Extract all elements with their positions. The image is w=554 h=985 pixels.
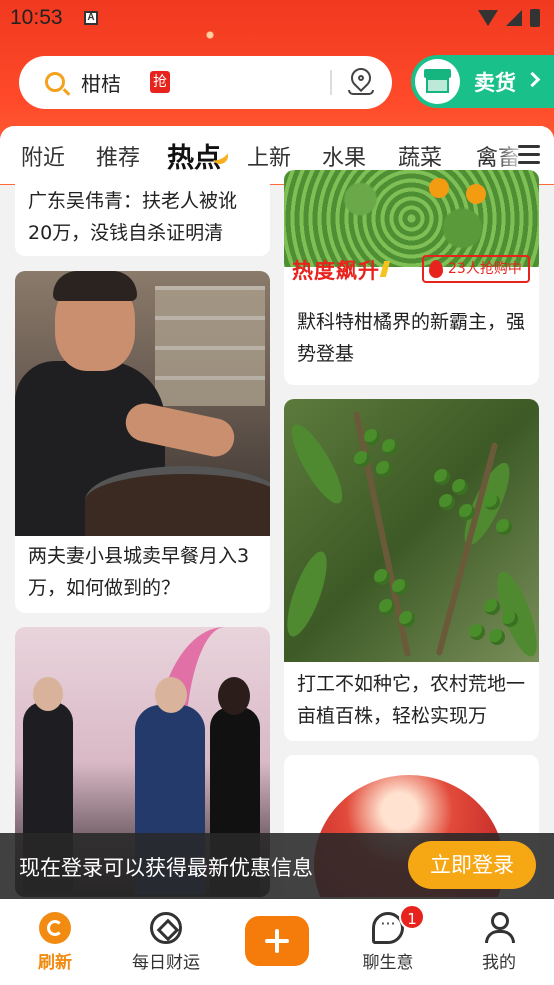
nav-daily-fortune[interactable]: 每日财运 <box>111 899 221 985</box>
hot-row: 热度飙升 23人抢购中 <box>292 255 532 285</box>
login-banner-text: 现在登录可以获得最新优惠信息 <box>19 856 313 880</box>
login-button[interactable]: 立即登录 <box>408 841 536 889</box>
nav-refresh[interactable]: 刷新 <box>0 899 110 985</box>
tab-nearby[interactable]: 附近 <box>21 140 65 172</box>
tab-fruit[interactable]: 水果 <box>322 140 366 172</box>
feed-card-title: 两夫妻小县城卖早餐月入3万，如何做到的？ <box>28 545 250 599</box>
location-icon[interactable] <box>346 63 376 96</box>
status-indicators <box>478 9 540 27</box>
signal-icon <box>506 10 522 26</box>
menu-icon[interactable] <box>518 145 540 165</box>
nav-label: 每日财运 <box>132 953 200 973</box>
tab-new[interactable]: 上新 <box>247 140 291 172</box>
sell-button-label: 卖货 <box>474 71 516 95</box>
feed-card[interactable]: 广东吴伟青：扶老人被讹20万，没钱自杀证明清 <box>15 170 270 256</box>
user-icon <box>483 912 515 944</box>
chevron-right-icon <box>524 71 541 88</box>
wifi-icon <box>478 10 498 26</box>
bottom-nav: 刷新 每日财运 1 聊生意 我的 <box>0 899 554 985</box>
nav-label: 我的 <box>482 953 516 973</box>
search-input[interactable]: 柑桔 抢 <box>19 56 392 109</box>
nav-chat[interactable]: 1 聊生意 <box>333 899 443 985</box>
feed-card[interactable]: 热度飙升 23人抢购中 默科特柑橘界的新霸主，强势登基 <box>284 170 539 385</box>
buyers-count: 23人抢购中 <box>448 261 522 277</box>
search-hot-tag: 抢 <box>150 71 170 93</box>
feed-card-image <box>15 271 270 536</box>
feed-card-image <box>284 399 539 662</box>
battery-icon <box>530 9 540 27</box>
tab-recommend[interactable]: 推荐 <box>96 140 140 172</box>
feed-card-image <box>284 170 539 267</box>
status-bar: 10:53 A <box>0 0 554 38</box>
feed-card[interactable]: 打工不如种它，农村荒地一亩植百株，轻松实现万 <box>284 399 539 741</box>
feed-card-title: 打工不如种它，农村荒地一亩植百株，轻松实现万 <box>297 673 526 727</box>
fortune-icon <box>150 912 182 944</box>
notification-icon: A <box>84 11 98 25</box>
tab-vegetable[interactable]: 蔬菜 <box>398 140 442 172</box>
search-icon <box>45 72 65 92</box>
search-divider <box>330 70 332 95</box>
nav-profile[interactable]: 我的 <box>444 899 554 985</box>
nav-label: 聊生意 <box>362 953 414 973</box>
feed-card[interactable]: 两夫妻小县城卖早餐月入3万，如何做到的？ <box>15 271 270 613</box>
publish-button[interactable] <box>245 916 309 966</box>
buyers-badge: 23人抢购中 <box>422 255 530 283</box>
unread-badge: 1 <box>399 904 425 930</box>
sell-button[interactable]: 卖货 <box>411 55 554 108</box>
search-value: 柑桔 <box>81 72 121 96</box>
feed-card-title: 默科特柑橘界的新霸主，强势登基 <box>297 311 526 365</box>
hot-rising-label: 热度飙升 <box>292 255 380 285</box>
flame-icon <box>429 260 443 278</box>
feed-card-title: 广东吴伟青：扶老人被讹20万，没钱自杀证明清 <box>28 190 238 244</box>
nav-label: 刷新 <box>38 953 72 973</box>
status-time: 10:53 <box>10 6 63 29</box>
login-banner: 现在登录可以获得最新优惠信息 立即登录 <box>0 833 554 899</box>
shop-icon <box>415 59 460 104</box>
refresh-icon <box>39 912 71 944</box>
